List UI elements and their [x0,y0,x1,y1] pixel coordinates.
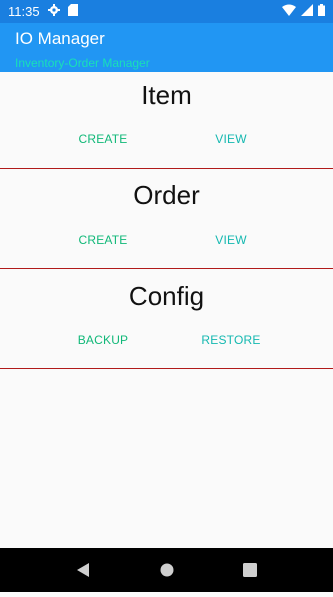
section-title-order: Order [133,180,200,210]
battery-icon [318,4,325,19]
sd-card-icon [67,4,78,19]
app-title: IO Manager [15,29,105,48]
order-create-button[interactable]: CREATE [63,233,143,247]
app-subtitle: Inventory-Order Manager [15,56,150,70]
item-view-button[interactable]: VIEW [191,132,271,146]
section-config: Config BACKUP RESTORE [0,269,333,369]
wifi-icon [282,4,296,19]
status-bar: 11:35 [0,0,333,23]
home-icon[interactable] [145,548,189,592]
section-title-item: Item [141,80,192,110]
config-backup-button[interactable]: BACKUP [63,333,143,347]
section-order: Order CREATE VIEW [0,169,333,269]
config-restore-button[interactable]: RESTORE [191,333,271,347]
status-time: 11:35 [8,4,40,19]
navigation-bar [0,548,333,592]
signal-icon [301,4,313,19]
back-icon[interactable] [61,548,105,592]
section-item: Item CREATE VIEW [0,72,333,169]
order-view-button[interactable]: VIEW [191,233,271,247]
item-create-button[interactable]: CREATE [63,132,143,146]
recents-icon[interactable] [228,548,272,592]
gear-icon [47,4,60,19]
section-title-config: Config [128,281,205,311]
app-bar: IO Manager Inventory-Order Manager [0,23,333,72]
